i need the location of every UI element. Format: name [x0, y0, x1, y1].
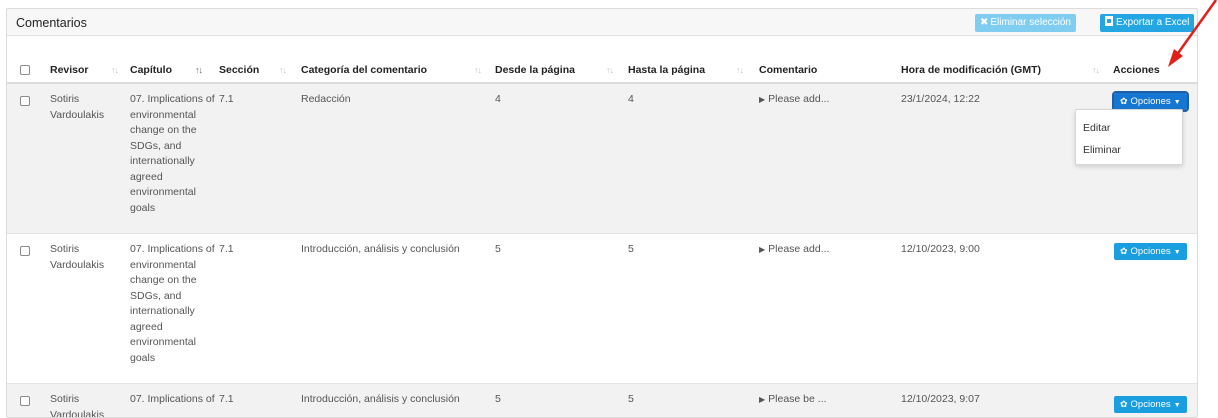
sort-icon[interactable]: ↑↓ [111, 65, 119, 75]
options-button[interactable]: ✿ Opciones ▼ [1114, 243, 1187, 260]
options-dropdown-menu: Editar Eliminar [1075, 109, 1183, 165]
modified-cell: 23/1/2024, 12:22 [901, 93, 980, 105]
comment-cell[interactable]: ▶ Please add... [759, 242, 829, 258]
options-label: Opciones [1130, 96, 1171, 107]
column-header-from-page[interactable]: Desde la página [495, 64, 575, 76]
to-page-cell: 5 [628, 393, 634, 405]
card-title: Comentarios [16, 16, 87, 30]
from-page-cell: 4 [495, 93, 501, 105]
column-header-to-page[interactable]: Hasta la página [628, 64, 705, 76]
comment-text: Please be ... [768, 393, 827, 405]
section-cell: 7.1 [219, 93, 234, 105]
caret-down-icon: ▼ [1173, 249, 1181, 256]
row-checkbox[interactable] [20, 96, 30, 106]
to-page-cell: 5 [628, 243, 634, 255]
column-header-chapter[interactable]: Capítulo [130, 64, 172, 76]
gear-icon: ✿ [1120, 246, 1128, 256]
delete-selection-label: Eliminar selección [990, 17, 1071, 28]
caret-right-icon: ▶ [759, 395, 766, 404]
delete-selection-button[interactable]: ✖ Eliminar selección [975, 14, 1076, 32]
sort-icon[interactable]: ↑↓ [606, 65, 614, 75]
section-cell: 7.1 [219, 393, 234, 405]
file-excel-icon [1105, 16, 1113, 26]
card-header: Comentarios ✖ Eliminar selección Exportar… [7, 9, 1197, 36]
options-label: Opciones [1130, 399, 1171, 410]
table-row: Sotiris Vardoulakis 07. Implications of … [7, 384, 1197, 418]
column-header-category[interactable]: Categoría del comentario [301, 64, 427, 76]
options-label: Opciones [1130, 246, 1171, 257]
table-row: Sotiris Vardoulakis 07. Implications of … [7, 84, 1197, 234]
sort-icon[interactable]: ↑↓ [1092, 65, 1100, 75]
sort-icon[interactable]: ↑↓ [474, 65, 482, 75]
to-page-cell: 4 [628, 93, 634, 105]
export-excel-button[interactable]: Exportar a Excel [1100, 14, 1195, 32]
section-cell: 7.1 [219, 243, 234, 255]
table-row: Sotiris Vardoulakis 07. Implications of … [7, 234, 1197, 384]
menu-item-delete[interactable]: Eliminar [1083, 144, 1121, 156]
options-button[interactable]: ✿ Opciones ▼ [1112, 91, 1189, 112]
comment-cell[interactable]: ▶ Please be ... [759, 392, 827, 408]
from-page-cell: 5 [495, 393, 501, 405]
column-header-reviewer[interactable]: Revisor [50, 64, 89, 76]
modified-cell: 12/10/2023, 9:00 [901, 243, 980, 255]
column-header-comment[interactable]: Comentario [759, 64, 817, 76]
chapter-cell: 07. Implications of environmental change… [130, 93, 215, 214]
sort-icon[interactable]: ↑↓ [279, 65, 287, 75]
caret-down-icon: ▼ [1173, 99, 1181, 106]
reviewer-cell: Sotiris Vardoulakis [50, 93, 105, 121]
sort-icon[interactable]: ↑↓ [736, 65, 744, 75]
from-page-cell: 5 [495, 243, 501, 255]
gear-icon: ✿ [1120, 96, 1128, 106]
reviewer-cell: Sotiris Vardoulakis [50, 393, 105, 418]
comment-text: Please add... [768, 243, 830, 255]
chapter-cell: 07. Implications of [130, 393, 215, 405]
table-header: Revisor ↑↓ Capítulo ↑↓ Sección ↑↓ Catego… [7, 56, 1197, 84]
select-all-checkbox[interactable] [20, 65, 30, 75]
gear-icon: ✿ [1120, 399, 1128, 409]
comment-cell[interactable]: ▶ Please add... [759, 92, 829, 108]
menu-item-edit[interactable]: Editar [1083, 122, 1110, 134]
category-cell: Introducción, análisis y conclusión [301, 243, 460, 255]
times-icon: ✖ [980, 17, 989, 28]
category-cell: Introducción, análisis y conclusión [301, 393, 460, 405]
row-checkbox[interactable] [20, 396, 30, 406]
sort-icon[interactable]: ↑↓ [195, 65, 203, 75]
caret-right-icon: ▶ [759, 95, 766, 104]
row-checkbox[interactable] [20, 246, 30, 256]
comments-card: Comentarios ✖ Eliminar selección Exportar… [6, 8, 1198, 418]
export-excel-label: Exportar a Excel [1116, 17, 1190, 28]
column-header-actions: Acciones [1113, 64, 1160, 76]
caret-down-icon: ▼ [1173, 402, 1181, 409]
modified-cell: 12/10/2023, 9:07 [901, 393, 980, 405]
caret-right-icon: ▶ [759, 245, 766, 254]
category-cell: Redacción [301, 93, 351, 105]
comment-text: Please add... [768, 93, 830, 105]
column-header-modified[interactable]: Hora de modificación (GMT) [901, 64, 1041, 76]
column-header-section[interactable]: Sección [219, 64, 259, 76]
chapter-cell: 07. Implications of environmental change… [130, 243, 215, 364]
options-button[interactable]: ✿ Opciones ▼ [1114, 396, 1187, 413]
reviewer-cell: Sotiris Vardoulakis [50, 243, 105, 271]
